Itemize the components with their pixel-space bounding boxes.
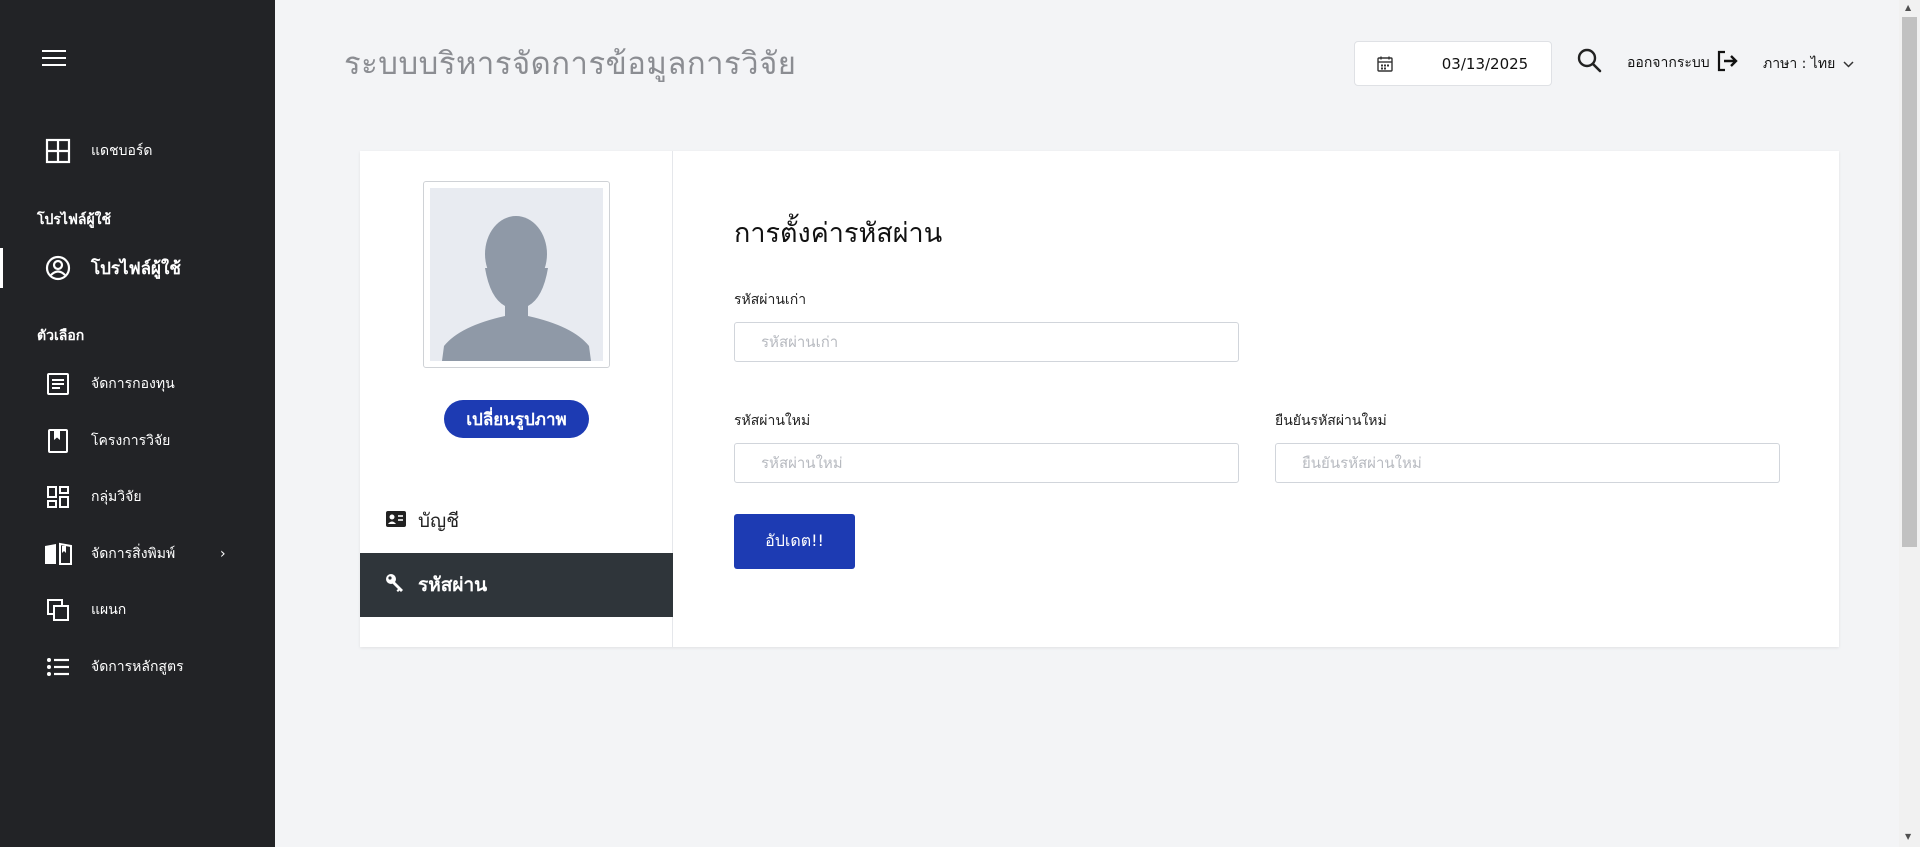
confirm-password-label: ยืนยันรหัสผ่านใหม่ bbox=[1275, 413, 1387, 429]
tab-label: รหัสผ่าน bbox=[418, 574, 488, 596]
profile-card: เปลี่ยนรูปภาพ บัญชี รหัสผ่าน การตั้งค่าร… bbox=[360, 151, 1839, 647]
avatar bbox=[423, 181, 610, 368]
sidebar-item-courses[interactable]: จัดการหลักสูตร bbox=[0, 645, 275, 689]
dashboard-grid-icon bbox=[44, 483, 72, 511]
sidebar-item-label: กลุ่มวิจัย bbox=[91, 489, 142, 505]
sidebar-section-options: ตัวเลือก bbox=[37, 328, 85, 344]
user-circle-icon bbox=[44, 254, 72, 282]
sidebar-item-dashboard[interactable]: แดชบอร์ด bbox=[0, 129, 275, 173]
sidebar-item-label: จัดการกองทุน bbox=[91, 376, 175, 392]
scroll-up-icon[interactable]: ▲ bbox=[1905, 3, 1911, 12]
sidebar-item-label: แผนก bbox=[91, 602, 127, 618]
key-icon bbox=[385, 573, 405, 597]
hamburger-menu-icon[interactable] bbox=[42, 50, 66, 70]
language-selector[interactable]: ภาษา : ไทย bbox=[1763, 53, 1854, 75]
logout-button[interactable]: ออกจากระบบ bbox=[1627, 50, 1738, 76]
update-button[interactable]: อัปเดต!! bbox=[734, 514, 855, 569]
date-value: 03/13/2025 bbox=[1441, 54, 1529, 73]
document-icon bbox=[44, 370, 72, 398]
sidebar-item-profile[interactable]: โปรไฟล์ผู้ใช้ bbox=[0, 246, 275, 290]
sidebar-item-research-groups[interactable]: กลุ่มวิจัย bbox=[0, 475, 275, 519]
date-picker[interactable]: 03/13/2025 bbox=[1354, 41, 1552, 86]
open-book-icon bbox=[44, 540, 72, 568]
change-image-button[interactable]: เปลี่ยนรูปภาพ bbox=[444, 400, 589, 438]
sidebar-item-funds[interactable]: จัดการกองทุน bbox=[0, 362, 275, 406]
tab-label: บัญชี bbox=[418, 510, 460, 532]
sidebar-item-label: จัดการสิ่งพิมพ์ bbox=[91, 546, 176, 562]
new-password-input[interactable] bbox=[734, 443, 1239, 483]
sidebar-item-publications[interactable]: จัดการสิ่งพิมพ์ › bbox=[0, 532, 275, 576]
language-label: ภาษา : ไทย bbox=[1763, 56, 1836, 72]
new-password-label: รหัสผ่านใหม่ bbox=[734, 413, 811, 429]
chevron-down-icon bbox=[1843, 56, 1854, 72]
app-title: ระบบบริหารจัดการข้อมูลการวิจัย bbox=[344, 46, 797, 82]
logout-label: ออกจากระบบ bbox=[1627, 55, 1710, 71]
confirm-password-input[interactable] bbox=[1275, 443, 1780, 483]
old-password-input[interactable] bbox=[734, 322, 1239, 362]
grid-icon bbox=[44, 137, 72, 165]
old-password-label: รหัสผ่านเก่า bbox=[734, 292, 807, 308]
scrollbar[interactable]: ▲ ▼ bbox=[1899, 0, 1920, 847]
chevron-right-icon: › bbox=[220, 546, 226, 562]
scroll-down-icon[interactable]: ▼ bbox=[1905, 832, 1911, 841]
search-icon[interactable] bbox=[1576, 47, 1604, 75]
bookmark-icon bbox=[44, 427, 72, 455]
list-icon bbox=[44, 653, 72, 681]
scrollbar-thumb[interactable] bbox=[1902, 17, 1917, 547]
logout-icon bbox=[1716, 50, 1738, 76]
sidebar-item-label: โปรไฟล์ผู้ใช้ bbox=[91, 258, 181, 279]
form-title: การตั้งค่ารหัสผ่าน bbox=[734, 218, 943, 249]
tab-password[interactable]: รหัสผ่าน bbox=[360, 553, 673, 617]
tab-account[interactable]: บัญชี bbox=[360, 489, 673, 553]
calendar-icon bbox=[1377, 56, 1393, 76]
sidebar-section-profile: โปรไฟล์ผู้ใช้ bbox=[37, 212, 111, 228]
sidebar-item-departments[interactable]: แผนก bbox=[0, 588, 275, 632]
user-silhouette-icon bbox=[442, 216, 591, 361]
id-card-icon bbox=[385, 510, 407, 532]
sidebar-item-research-projects[interactable]: โครงการวิจัย bbox=[0, 419, 275, 463]
copy-icon bbox=[44, 596, 72, 624]
sidebar-item-label: โครงการวิจัย bbox=[91, 433, 171, 449]
sidebar-item-label: แดชบอร์ด bbox=[91, 143, 153, 159]
sidebar: แดชบอร์ด โปรไฟล์ผู้ใช้ โปรไฟล์ผู้ใช้ ตัว… bbox=[0, 0, 275, 847]
profile-side-panel: เปลี่ยนรูปภาพ บัญชี รหัสผ่าน bbox=[360, 151, 673, 647]
sidebar-item-label: จัดการหลักสูตร bbox=[91, 659, 184, 675]
